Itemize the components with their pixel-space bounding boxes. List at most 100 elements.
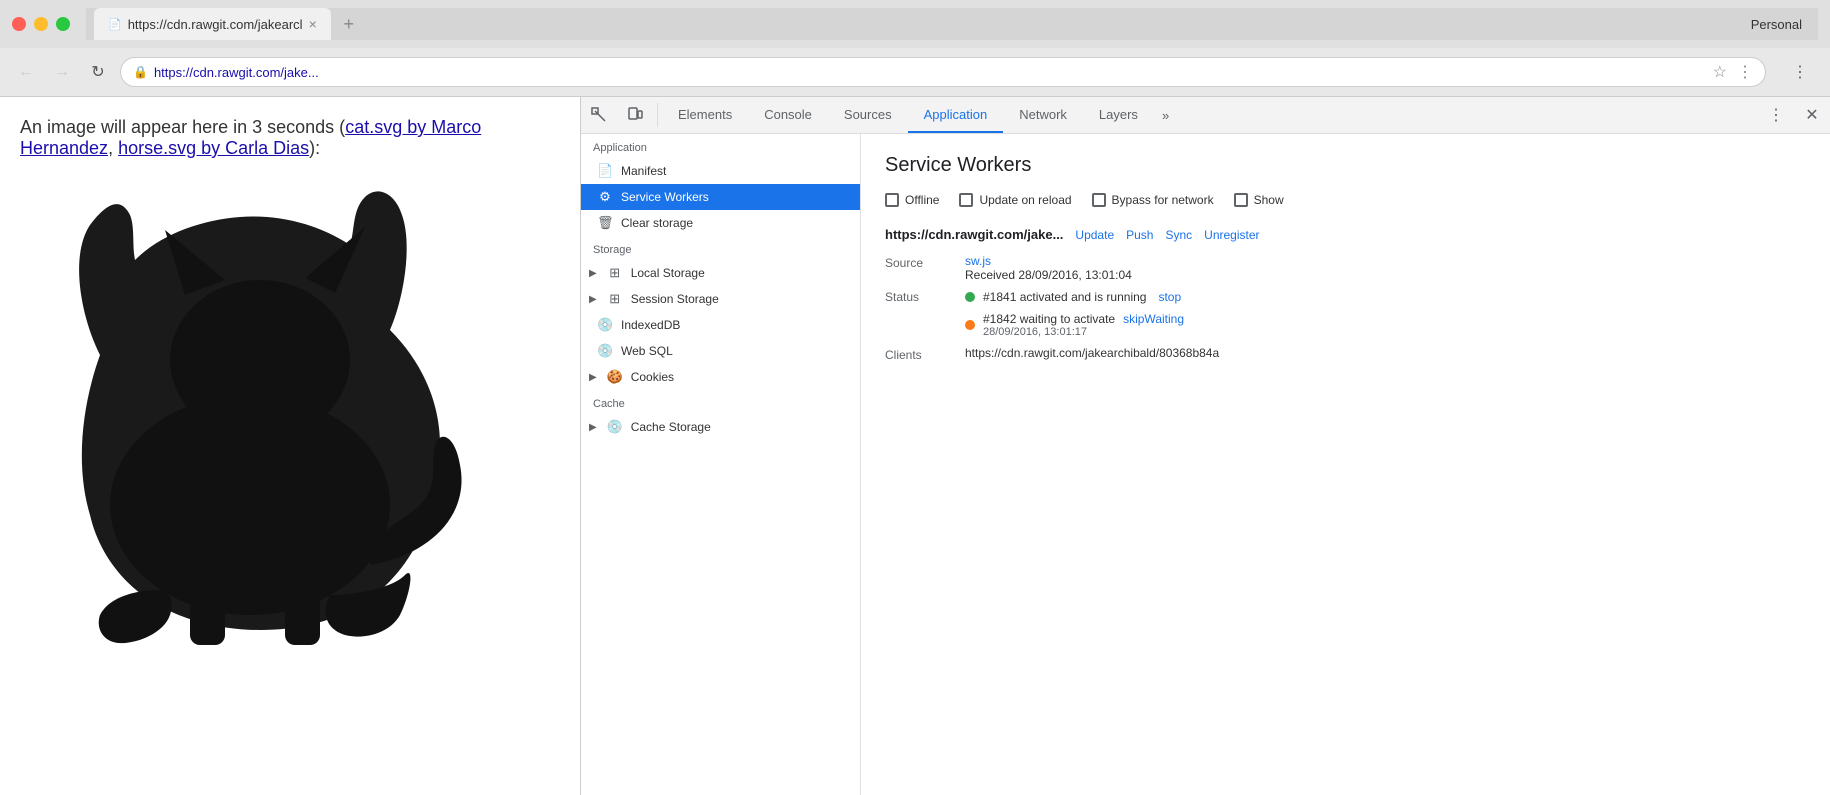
- sw-source-link[interactable]: sw.js: [965, 254, 991, 268]
- sidebar-item-clear-storage[interactable]: 🗑 Clear storage: [581, 210, 860, 236]
- devtools-sidebar: Application 📄 Manifest ⚙ Service Workers…: [581, 134, 861, 795]
- tab-favicon: 📄: [108, 18, 122, 31]
- session-storage-arrow-icon: ▶: [589, 294, 597, 305]
- sw-status-1842-date: 28/09/2016, 13:01:17: [983, 326, 1184, 338]
- back-button[interactable]: ←: [12, 58, 40, 86]
- profile-button[interactable]: Personal: [1743, 13, 1810, 36]
- show-checkbox[interactable]: Show: [1234, 193, 1284, 207]
- tab-console-label: Console: [764, 107, 812, 122]
- sidebar-item-cookies[interactable]: ▶ 🍪 Cookies: [581, 364, 860, 390]
- tab-application[interactable]: Application: [908, 97, 1004, 133]
- sw-status-entry-1842: #1842 waiting to activate skipWaiting 28…: [965, 312, 1184, 338]
- cookies-arrow-icon: ▶: [589, 372, 597, 383]
- update-on-reload-checkbox[interactable]: Update on reload: [959, 193, 1071, 207]
- forward-button[interactable]: →: [48, 58, 76, 86]
- tab-sources-label: Sources: [844, 107, 892, 122]
- close-button[interactable]: [12, 17, 26, 31]
- tab-network[interactable]: Network: [1003, 97, 1083, 133]
- more-tabs-button[interactable]: »: [1154, 97, 1177, 133]
- horse-svg-link[interactable]: horse.svg by Carla Dias: [118, 138, 309, 158]
- browser-chrome: 📄 https://cdn.rawgit.com/jakearcl × + Pe…: [0, 0, 1830, 97]
- url-menu-icon[interactable]: ⋮: [1737, 62, 1753, 82]
- inspect-icon: [591, 107, 607, 123]
- devtools-tabs: Elements Console Sources Application Net…: [662, 97, 1758, 133]
- tab-network-label: Network: [1019, 107, 1067, 122]
- sidebar-item-manifest[interactable]: 📄 Manifest: [581, 158, 860, 184]
- devtools-settings-button[interactable]: ⋮: [1758, 97, 1794, 133]
- tab-close-button[interactable]: ×: [309, 16, 317, 32]
- sidebar-section-storage-label: Storage: [593, 244, 632, 256]
- maximize-button[interactable]: [56, 17, 70, 31]
- sw-skipwaiting-link[interactable]: skipWaiting: [1123, 312, 1184, 326]
- sidebar-item-cache-storage-label: Cache Storage: [631, 420, 711, 434]
- new-tab-button[interactable]: +: [335, 10, 363, 38]
- tab-console[interactable]: Console: [748, 97, 828, 133]
- tab-url: https://cdn.rawgit.com/jakearcl: [128, 17, 303, 32]
- cache-storage-arrow-icon: ▶: [589, 422, 597, 433]
- bypass-for-network-checkbox[interactable]: Bypass for network: [1092, 193, 1214, 207]
- sw-unregister-action[interactable]: Unregister: [1204, 228, 1259, 242]
- update-on-reload-checkbox-box[interactable]: [959, 193, 973, 207]
- sw-clients-value: https://cdn.rawgit.com/jakearchibald/803…: [965, 346, 1219, 360]
- minimize-button[interactable]: [34, 17, 48, 31]
- toolbar-separator: [657, 103, 658, 127]
- inspect-element-button[interactable]: [581, 97, 617, 133]
- sw-url: https://cdn.rawgit.com/jake...: [885, 227, 1063, 242]
- url-colored-part: https://cdn.rawgit.com/jake...: [154, 65, 319, 80]
- session-storage-icon: ⊞: [607, 291, 623, 307]
- sidebar-item-session-storage[interactable]: ▶ ⊞ Session Storage: [581, 286, 860, 312]
- address-bar: ← → ↻ 🔒 https://cdn.rawgit.com/jake... ☆…: [0, 48, 1830, 97]
- cache-storage-icon: 💿: [607, 419, 623, 435]
- device-toolbar-button[interactable]: [617, 97, 653, 133]
- sw-status-1841-text: #1841 activated and is running: [983, 290, 1146, 304]
- sidebar-item-websql[interactable]: 💿 Web SQL: [581, 338, 860, 364]
- title-bar: 📄 https://cdn.rawgit.com/jakearcl × + Pe…: [0, 0, 1830, 48]
- url-bar[interactable]: 🔒 https://cdn.rawgit.com/jake... ☆ ⋮: [120, 57, 1766, 87]
- sidebar-item-service-workers-label: Service Workers: [621, 190, 709, 204]
- offline-label: Offline: [905, 193, 939, 207]
- devtools-toolbar: Elements Console Sources Application Net…: [581, 97, 1830, 134]
- reload-button[interactable]: ↻: [84, 58, 112, 86]
- page-content: An image will appear here in 3 seconds (…: [0, 97, 580, 795]
- tab-application-label: Application: [924, 107, 988, 122]
- bypass-for-network-checkbox-box[interactable]: [1092, 193, 1106, 207]
- checkbox-row: Offline Update on reload Bypass for netw…: [885, 193, 1806, 207]
- cat-image: [20, 175, 560, 660]
- local-storage-arrow-icon: ▶: [589, 268, 597, 279]
- tab-sources[interactable]: Sources: [828, 97, 908, 133]
- show-checkbox-box[interactable]: [1234, 193, 1248, 207]
- sidebar-item-cache-storage[interactable]: ▶ 💿 Cache Storage: [581, 414, 860, 440]
- cookies-icon: 🍪: [607, 369, 623, 385]
- tab-bar: 📄 https://cdn.rawgit.com/jakearcl × + Pe…: [86, 8, 1818, 40]
- sidebar-section-application: Application: [581, 134, 860, 158]
- sidebar-item-local-storage[interactable]: ▶ ⊞ Local Storage: [581, 260, 860, 286]
- sidebar-item-session-storage-label: Session Storage: [631, 292, 719, 306]
- devtools-close-button[interactable]: ✕: [1794, 97, 1830, 133]
- update-on-reload-label: Update on reload: [979, 193, 1071, 207]
- tab-layers-label: Layers: [1099, 107, 1138, 122]
- bookmark-icon[interactable]: ☆: [1713, 62, 1727, 82]
- websql-icon: 💿: [597, 343, 613, 359]
- sw-status-label: Status: [885, 290, 965, 304]
- offline-checkbox[interactable]: Offline: [885, 193, 939, 207]
- sw-update-action[interactable]: Update: [1075, 228, 1114, 242]
- devtools-body: Application 📄 Manifest ⚙ Service Workers…: [581, 134, 1830, 795]
- sw-received-text: Received 28/09/2016, 13:01:04: [965, 268, 1132, 282]
- sw-push-action[interactable]: Push: [1126, 228, 1153, 242]
- offline-checkbox-box[interactable]: [885, 193, 899, 207]
- sw-source-value: sw.js Received 28/09/2016, 13:01:04: [965, 254, 1132, 282]
- page-text-mid: ,: [108, 138, 118, 158]
- tab-elements[interactable]: Elements: [662, 97, 748, 133]
- page-description-text: An image will appear here in 3 seconds (…: [20, 117, 560, 159]
- sidebar-section-storage: Storage: [581, 236, 860, 260]
- tab-layers[interactable]: Layers: [1083, 97, 1154, 133]
- sidebar-item-indexeddb[interactable]: 💿 IndexedDB: [581, 312, 860, 338]
- status-dot-orange: [965, 320, 975, 330]
- sw-sync-action[interactable]: Sync: [1165, 228, 1192, 242]
- sidebar-item-service-workers[interactable]: ⚙ Service Workers: [581, 184, 860, 210]
- sw-stop-link[interactable]: stop: [1158, 290, 1181, 304]
- browser-tab[interactable]: 📄 https://cdn.rawgit.com/jakearcl ×: [94, 8, 331, 40]
- extensions-button[interactable]: ⋮: [1782, 54, 1818, 90]
- service-workers-icon: ⚙: [597, 189, 613, 205]
- cat-svg: [20, 175, 500, 655]
